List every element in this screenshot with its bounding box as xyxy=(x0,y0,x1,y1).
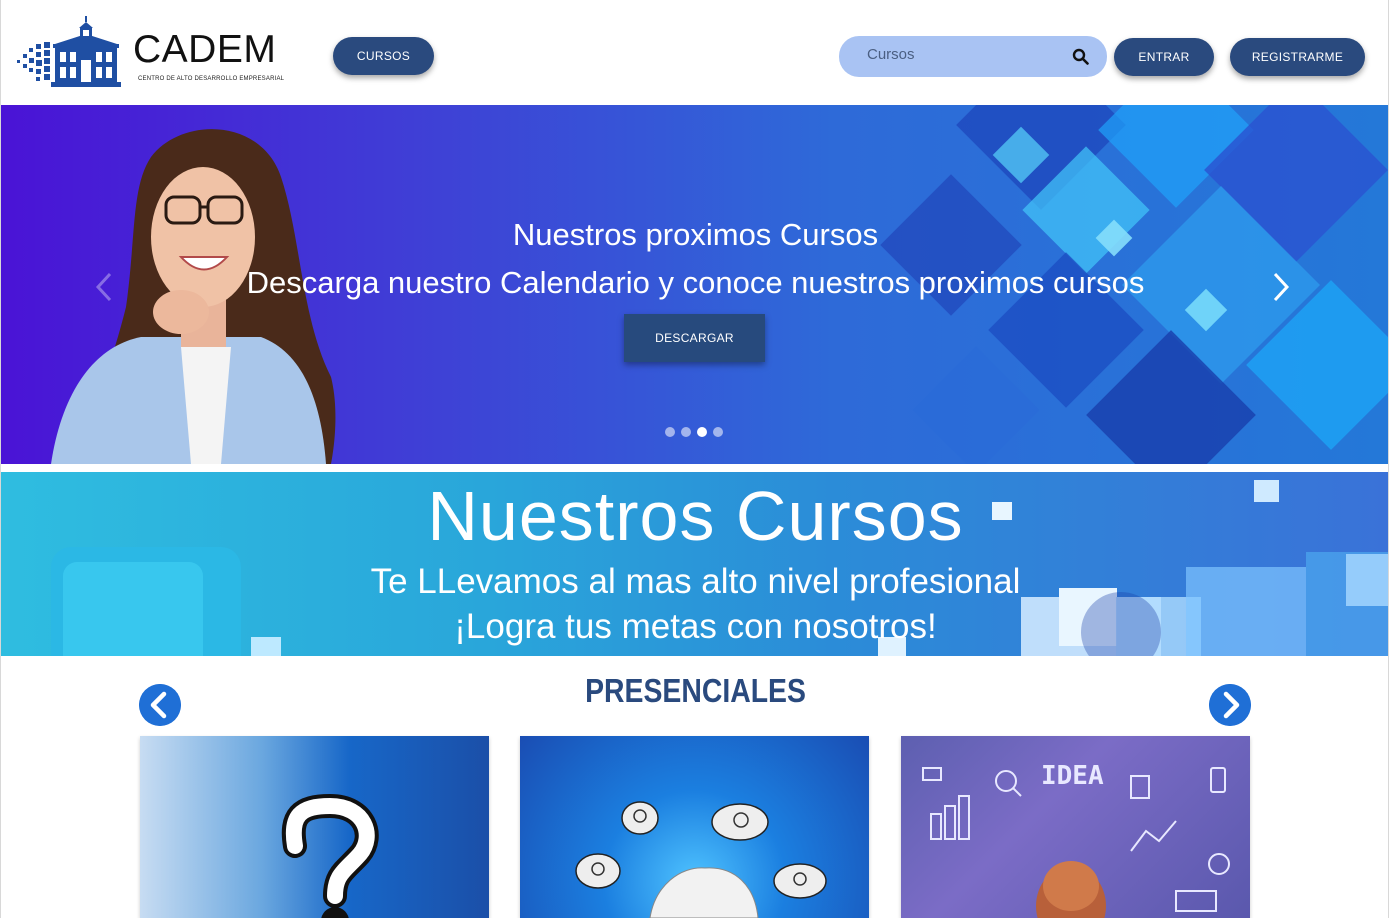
logo-text: CADEM xyxy=(133,28,277,71)
search-bar[interactable]: Cursos xyxy=(839,36,1107,77)
banner-title: Nuestros Cursos xyxy=(427,477,964,555)
carousel-dot[interactable] xyxy=(713,427,723,437)
descargar-button[interactable]: DESCARGAR xyxy=(624,314,765,362)
search-icon[interactable] xyxy=(1072,48,1089,65)
course-card[interactable]: IDEA xyxy=(901,736,1250,918)
logo[interactable]: CADEM CENTRO DE ALTO DESARROLLO EMPRESAR… xyxy=(15,14,285,90)
hero-title: Nuestros proximos Cursos xyxy=(512,217,879,252)
hero-carousel: Nuestros proximos Cursos Descarga nuestr… xyxy=(1,105,1388,464)
question-mark-image xyxy=(281,793,379,918)
carousel-dot[interactable] xyxy=(665,427,675,437)
courses-banner: Nuestros Cursos Te LLevamos al mas alto … xyxy=(1,472,1388,656)
section-title: PRESENCIALES xyxy=(585,672,806,709)
chevron-right-icon[interactable] xyxy=(1269,270,1293,304)
carousel-dot-active[interactable] xyxy=(697,427,707,437)
cursos-button[interactable]: CURSOS xyxy=(333,37,434,75)
registrarme-button[interactable]: REGISTRARME xyxy=(1230,38,1365,76)
course-card[interactable] xyxy=(140,736,489,918)
lightbulb-ideas-image xyxy=(575,801,827,918)
header: CADEM CENTRO DE ALTO DESARROLLO EMPRESAR… xyxy=(1,0,1388,105)
banner-tagline-1: Te LLevamos al mas alto nivel profesiona… xyxy=(370,562,1021,601)
idea-text: IDEA xyxy=(1041,761,1104,791)
carousel-dot[interactable] xyxy=(681,427,691,437)
carousel-indicators xyxy=(665,427,723,437)
banner-tagline-2: ¡Logra tus metas con nosotros! xyxy=(454,607,937,646)
idea-sketch-image: IDEA xyxy=(922,761,1230,918)
hero-subtitle: Descarga nuestro Calendario y conoce nue… xyxy=(246,265,1145,300)
entrar-button[interactable]: ENTRAR xyxy=(1114,38,1214,76)
logo-building-icon xyxy=(17,16,121,87)
course-card[interactable] xyxy=(520,736,869,918)
search-input[interactable]: Cursos xyxy=(867,46,915,63)
logo-subtitle: CENTRO DE ALTO DESARROLLO EMPRESARIAL xyxy=(138,76,285,82)
page: CADEM CENTRO DE ALTO DESARROLLO EMPRESAR… xyxy=(0,0,1389,918)
arrow-right-circle-icon[interactable] xyxy=(1209,684,1251,726)
